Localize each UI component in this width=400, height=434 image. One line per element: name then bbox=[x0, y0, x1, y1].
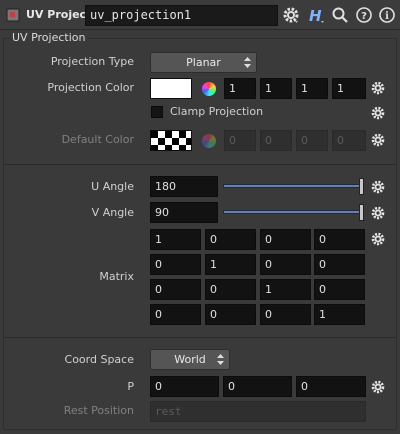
v-angle-label: V Angle bbox=[91, 206, 134, 219]
matrix-cell[interactable]: 0 bbox=[260, 304, 311, 325]
u-angle-slider[interactable] bbox=[223, 184, 363, 188]
matrix-cell[interactable]: 0 bbox=[150, 254, 201, 275]
projection-type-menu[interactable]: Planar bbox=[150, 52, 257, 73]
matrix-cell[interactable]: 0 bbox=[150, 304, 201, 325]
matrix-cell[interactable]: 0 bbox=[260, 254, 311, 275]
matrix-cell[interactable]: 0 bbox=[314, 229, 365, 250]
projection-type-value: Planar bbox=[186, 56, 221, 69]
gear-icon[interactable] bbox=[371, 206, 385, 220]
clamp-projection-checkbox[interactable] bbox=[151, 106, 163, 118]
v-angle-slider-handle[interactable] bbox=[359, 204, 364, 221]
matrix-cell[interactable]: 0 bbox=[205, 229, 256, 250]
projection-color-g[interactable]: 1 bbox=[260, 78, 292, 99]
default-color-g[interactable]: 0 bbox=[260, 130, 292, 151]
gear-icon[interactable] bbox=[371, 380, 385, 394]
matrix-cell[interactable]: 0 bbox=[150, 279, 201, 300]
default-color-label: Default Color bbox=[61, 133, 134, 146]
menu-arrows-icon bbox=[244, 57, 251, 68]
matrix-label: Matrix bbox=[99, 270, 134, 283]
node-name-field[interactable]: uv_projection1 bbox=[85, 5, 278, 26]
node-type-label: UV Project bbox=[26, 8, 92, 21]
matrix-cell[interactable]: 0 bbox=[314, 279, 365, 300]
separator bbox=[4, 337, 396, 338]
projection-color-a[interactable]: 1 bbox=[332, 78, 366, 99]
gear-icon[interactable] bbox=[371, 133, 385, 147]
projection-color-label: Projection Color bbox=[47, 81, 134, 94]
gear-icon[interactable] bbox=[371, 106, 385, 120]
default-color-b[interactable]: 0 bbox=[296, 130, 328, 151]
matrix-cell[interactable]: 1 bbox=[205, 254, 256, 275]
svg-text:H: H bbox=[309, 7, 322, 24]
separator bbox=[4, 164, 396, 165]
coord-space-label: Coord Space bbox=[64, 353, 134, 366]
help-icon[interactable]: ? bbox=[355, 6, 373, 24]
clamp-projection-label: Clamp Projection bbox=[170, 105, 264, 118]
folder-title: UV Projection bbox=[10, 31, 88, 44]
matrix-cell[interactable]: 1 bbox=[314, 304, 365, 325]
u-angle-slider-handle[interactable] bbox=[359, 178, 364, 195]
coord-space-value: World bbox=[174, 353, 206, 366]
menu-arrows-icon bbox=[217, 354, 224, 365]
coord-space-menu[interactable]: World bbox=[150, 349, 230, 370]
default-color-swatch[interactable] bbox=[150, 130, 192, 151]
default-color-a[interactable]: 0 bbox=[332, 130, 366, 151]
color-wheel-icon bbox=[202, 134, 216, 148]
svg-text:i: i bbox=[385, 11, 389, 22]
p-label: P bbox=[127, 380, 134, 393]
rest-position-field[interactable]: rest bbox=[150, 401, 366, 422]
svg-text:?: ? bbox=[361, 11, 367, 22]
p-z-field[interactable]: 0 bbox=[296, 376, 366, 397]
v-angle-slider[interactable] bbox=[223, 210, 363, 214]
matrix-cell[interactable]: 1 bbox=[150, 229, 201, 250]
u-angle-field[interactable]: 180 bbox=[150, 176, 218, 197]
gear-icon[interactable] bbox=[371, 232, 385, 246]
gear-icon[interactable] bbox=[371, 81, 385, 95]
p-x-field[interactable]: 0 bbox=[150, 376, 219, 397]
u-angle-label: U Angle bbox=[91, 180, 134, 193]
projection-color-r[interactable]: 1 bbox=[224, 78, 256, 99]
v-angle-field[interactable]: 90 bbox=[150, 202, 218, 223]
uv-project-node-icon bbox=[6, 8, 20, 22]
houdini-logo-icon[interactable]: H bbox=[307, 6, 325, 24]
matrix-cell[interactable]: 0 bbox=[260, 229, 311, 250]
search-icon[interactable] bbox=[331, 6, 349, 24]
parameter-header: UV Project uv_projection1 H ? i bbox=[0, 0, 400, 30]
projection-color-b[interactable]: 1 bbox=[296, 78, 328, 99]
matrix-cell[interactable]: 0 bbox=[314, 254, 365, 275]
gear-icon[interactable] bbox=[371, 180, 385, 194]
gear-icon[interactable] bbox=[282, 6, 300, 24]
projection-type-label: Projection Type bbox=[50, 55, 134, 68]
info-icon[interactable]: i bbox=[378, 6, 396, 24]
matrix-cell[interactable]: 0 bbox=[205, 304, 256, 325]
p-y-field[interactable]: 0 bbox=[223, 376, 292, 397]
color-wheel-icon[interactable] bbox=[202, 82, 216, 96]
matrix-cell[interactable]: 1 bbox=[260, 279, 311, 300]
matrix-cell[interactable]: 0 bbox=[205, 279, 256, 300]
projection-color-swatch[interactable] bbox=[150, 78, 192, 99]
default-color-r[interactable]: 0 bbox=[224, 130, 256, 151]
rest-position-label: Rest Position bbox=[63, 404, 134, 417]
